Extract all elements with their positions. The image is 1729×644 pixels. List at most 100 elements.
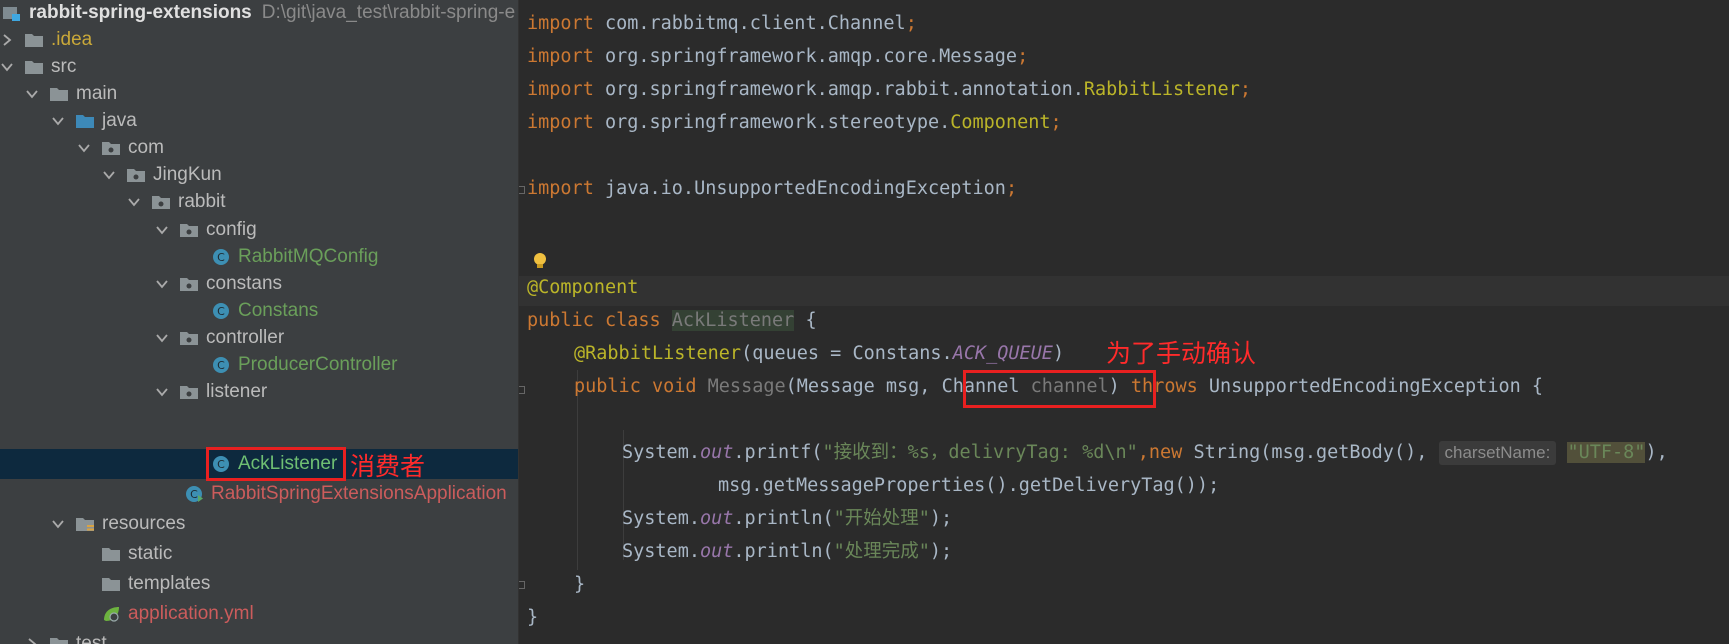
package-icon bbox=[179, 329, 199, 347]
class-icon: C bbox=[211, 302, 231, 320]
tree-item-test[interactable]: test bbox=[0, 629, 519, 644]
tree-item-constans-class[interactable]: C Constans bbox=[0, 296, 519, 326]
folder-icon bbox=[49, 635, 69, 644]
project-tree-panel: rabbit-spring-extensions D:\git\java_tes… bbox=[0, 0, 519, 644]
tree-item-label: listener bbox=[206, 381, 268, 402]
chevron-down-icon[interactable] bbox=[155, 223, 169, 237]
tree-item-main[interactable]: main bbox=[0, 79, 519, 109]
tree-root-label: rabbit-spring-extensions bbox=[29, 2, 252, 23]
package-icon bbox=[126, 166, 146, 184]
tree-item-rabbit[interactable]: rabbit bbox=[0, 187, 519, 217]
chevron-down-icon[interactable] bbox=[155, 385, 169, 399]
svg-text:C: C bbox=[217, 251, 225, 264]
folder-icon bbox=[24, 31, 44, 49]
code-line-3: import org.springframework.amqp.rabbit.a… bbox=[527, 79, 1251, 100]
tree-item-label: main bbox=[76, 83, 118, 104]
tree-item-label: constans bbox=[206, 273, 283, 294]
highlight-box-channel-param bbox=[963, 370, 1156, 408]
tree-item-rabbitmqconfig[interactable]: C RabbitMQConfig bbox=[0, 242, 519, 272]
chevron-down-icon[interactable] bbox=[155, 277, 169, 291]
tree-item-resources[interactable]: resources bbox=[0, 509, 519, 539]
project-path: D:\git\java_test\rabbit-spring-e bbox=[261, 2, 516, 23]
tree-item-label: resources bbox=[102, 513, 186, 534]
tree-item-label: com bbox=[128, 137, 164, 158]
tree-item-label: RabbitSpringExtensionsApplication bbox=[211, 483, 507, 504]
tree-item-config[interactable]: config bbox=[0, 215, 519, 245]
manual-ack-note: 为了手动确认 bbox=[1106, 339, 1257, 368]
tree-item-label: config bbox=[206, 219, 257, 240]
chevron-right-icon[interactable] bbox=[25, 637, 39, 644]
tree-item-constans-pkg[interactable]: constans bbox=[0, 269, 519, 299]
tree-item-static[interactable]: static bbox=[0, 539, 519, 569]
folder-icon bbox=[49, 85, 69, 103]
tree-item-label: java bbox=[102, 110, 137, 131]
package-icon bbox=[179, 383, 199, 401]
chevron-down-icon[interactable] bbox=[127, 195, 141, 209]
fold-marker-icon[interactable] bbox=[519, 186, 525, 194]
highlight-box-acklistener bbox=[206, 447, 346, 481]
chevron-down-icon[interactable] bbox=[25, 87, 39, 101]
package-icon bbox=[179, 275, 199, 293]
tree-item-label: templates bbox=[128, 573, 211, 594]
consumer-note: 消费者 bbox=[350, 452, 426, 481]
chevron-right-icon[interactable] bbox=[0, 33, 14, 47]
code-editor[interactable]: import com.rabbitmq.client.Channel; impo… bbox=[519, 0, 1729, 644]
package-icon bbox=[101, 139, 121, 157]
fold-marker-icon[interactable] bbox=[519, 386, 525, 394]
lightbulb-icon[interactable] bbox=[533, 252, 547, 270]
tree-item-listener[interactable]: listener bbox=[0, 377, 519, 407]
current-line-highlight bbox=[519, 276, 1729, 306]
chevron-down-icon[interactable] bbox=[155, 331, 169, 345]
module-icon bbox=[2, 4, 22, 22]
chevron-down-icon[interactable] bbox=[51, 114, 65, 128]
code-line-15: } bbox=[527, 607, 539, 628]
chevron-down-icon[interactable] bbox=[102, 168, 116, 182]
code-line-6: @Component bbox=[527, 277, 639, 298]
tree-item-src[interactable]: src bbox=[0, 52, 519, 82]
chevron-down-icon[interactable] bbox=[77, 141, 91, 155]
code-line-1: import com.rabbitmq.client.Channel; bbox=[527, 13, 917, 34]
svg-text:C: C bbox=[217, 305, 225, 318]
svg-text:C: C bbox=[217, 359, 225, 372]
code-line-4: import org.springframework.stereotype.Co… bbox=[527, 112, 1062, 133]
tree-item-label: ProducerController bbox=[238, 354, 398, 375]
code-line-10: System.out.printf("接收到：%s，delivryTag: %d… bbox=[622, 441, 1668, 465]
tree-root[interactable]: rabbit-spring-extensions D:\git\java_tes… bbox=[0, 0, 519, 28]
code-line-8: @RabbitListener(queues = Constans.ACK_QU… bbox=[574, 343, 1065, 364]
runnable-class-icon: C bbox=[184, 485, 204, 503]
tree-item-application-yml[interactable]: application.yml bbox=[0, 599, 519, 629]
spring-leaf-icon bbox=[101, 605, 121, 623]
tree-item-producercontroller[interactable]: C ProducerController bbox=[0, 350, 519, 380]
tree-item-label: Constans bbox=[238, 300, 319, 321]
code-line-12: System.out.println("开始处理"); bbox=[622, 508, 953, 529]
parameter-hint: charsetName: bbox=[1438, 441, 1557, 465]
tree-item-label: JingKun bbox=[153, 164, 222, 185]
tree-item-application-class[interactable]: C RabbitSpringExtensionsApplication bbox=[0, 479, 519, 509]
tree-item-controller[interactable]: controller bbox=[0, 323, 519, 353]
code-line-2: import org.springframework.amqp.core.Mes… bbox=[527, 46, 1029, 67]
code-line-5: import java.io.UnsupportedEncodingExcept… bbox=[527, 178, 1018, 199]
folder-icon bbox=[101, 545, 121, 563]
tree-item-idea[interactable]: .idea bbox=[0, 25, 519, 55]
svg-text:C: C bbox=[190, 488, 198, 501]
resources-folder-icon bbox=[75, 515, 95, 533]
class-icon: C bbox=[211, 356, 231, 374]
code-line-11: msg.getMessageProperties().getDeliveryTa… bbox=[718, 475, 1220, 496]
chevron-down-icon[interactable] bbox=[51, 517, 65, 531]
tree-item-label: .idea bbox=[51, 29, 93, 50]
fold-marker-icon[interactable] bbox=[519, 581, 525, 589]
tree-item-jingkun[interactable]: JingKun bbox=[0, 160, 519, 190]
tree-item-label: RabbitMQConfig bbox=[238, 246, 379, 267]
tree-item-label: src bbox=[51, 56, 77, 77]
tree-item-java[interactable]: java bbox=[0, 106, 519, 136]
chevron-down-icon[interactable] bbox=[0, 60, 14, 74]
tree-item-label: test bbox=[76, 633, 107, 644]
folder-icon bbox=[101, 575, 121, 593]
folder-icon bbox=[24, 58, 44, 76]
package-icon bbox=[179, 221, 199, 239]
package-icon bbox=[151, 193, 171, 211]
tree-item-label: rabbit bbox=[178, 191, 226, 212]
tree-item-com[interactable]: com bbox=[0, 133, 519, 163]
tree-item-templates[interactable]: templates bbox=[0, 569, 519, 599]
tree-item-label: controller bbox=[206, 327, 285, 348]
